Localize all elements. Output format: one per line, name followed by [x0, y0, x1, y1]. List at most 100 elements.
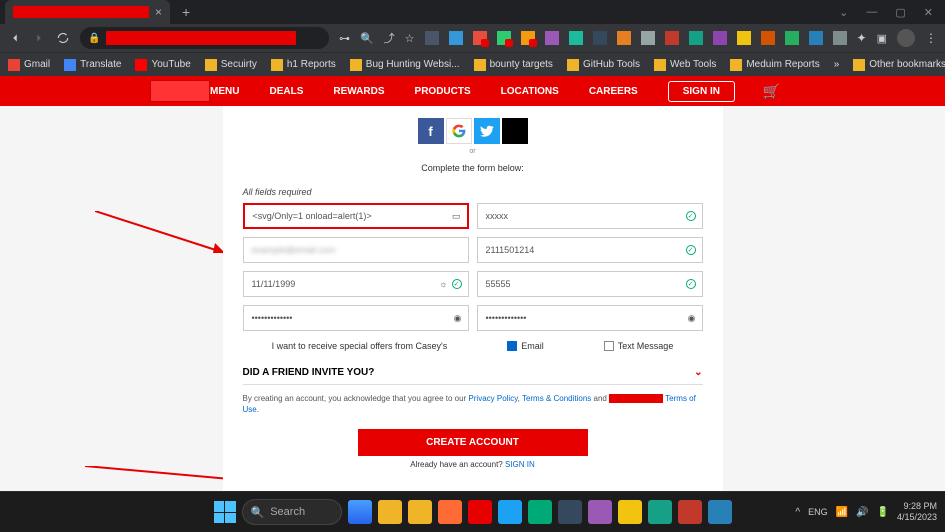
- tray-clock[interactable]: 9:28 PM 4/15/2023: [897, 501, 937, 523]
- maximize-icon[interactable]: ▢: [895, 6, 905, 19]
- task-icon[interactable]: [648, 500, 672, 524]
- google-login-button[interactable]: [446, 118, 472, 144]
- task-icon[interactable]: [468, 500, 492, 524]
- extension-icon[interactable]: [617, 31, 631, 45]
- extension-icon[interactable]: [545, 31, 559, 45]
- close-icon[interactable]: ✕: [924, 6, 933, 19]
- logo-redacted[interactable]: [150, 80, 210, 102]
- tray-volume-icon[interactable]: 🔊: [856, 507, 868, 518]
- extension-icon[interactable]: [473, 31, 487, 45]
- menu-icon[interactable]: ⋮: [925, 31, 937, 45]
- bookmark-gmail[interactable]: Gmail: [8, 59, 50, 71]
- extension-icon[interactable]: [521, 31, 535, 45]
- back-button[interactable]: [8, 31, 22, 45]
- task-icon[interactable]: [378, 500, 402, 524]
- share-icon[interactable]: ⤴: [384, 30, 395, 46]
- task-icon[interactable]: [588, 500, 612, 524]
- task-icon[interactable]: [438, 500, 462, 524]
- eye-icon[interactable]: ◉: [688, 313, 696, 324]
- tray-battery-icon[interactable]: 🔋: [877, 507, 889, 518]
- nav-menu[interactable]: MENU: [210, 86, 239, 97]
- bookmark-translate[interactable]: Translate: [64, 59, 121, 71]
- start-button[interactable]: [214, 501, 236, 523]
- task-icon[interactable]: [618, 500, 642, 524]
- bookmark-web-tools[interactable]: Web Tools: [654, 59, 716, 71]
- extension-icon[interactable]: [809, 31, 823, 45]
- eye-icon[interactable]: ◉: [454, 313, 462, 324]
- nav-deals[interactable]: DEALS: [270, 86, 304, 97]
- task-icon[interactable]: [708, 500, 732, 524]
- extension-icon[interactable]: [425, 31, 439, 45]
- friend-invite-toggle[interactable]: DID A FRIEND INVITE YOU? ⌄: [243, 361, 703, 385]
- tray-wifi-icon[interactable]: 📶: [836, 507, 848, 518]
- taskbar-search[interactable]: 🔍 Search: [242, 499, 342, 525]
- privacy-link[interactable]: Privacy Policy: [468, 394, 517, 403]
- zoom-icon[interactable]: 🔍: [360, 32, 374, 45]
- zip-field[interactable]: 55555 ✓: [477, 271, 703, 297]
- extension-icon[interactable]: [449, 31, 463, 45]
- extension-icon[interactable]: [833, 31, 847, 45]
- bookmark-github-tools[interactable]: GitHub Tools: [567, 59, 640, 71]
- terms-link[interactable]: Terms & Conditions: [522, 394, 591, 403]
- extension-icon[interactable]: [713, 31, 727, 45]
- first-name-field[interactable]: <svg/Only=1 onload=alert(1)> ▭: [243, 203, 469, 229]
- bookmark-medium-reports[interactable]: Meduim Reports: [730, 59, 819, 71]
- task-icon[interactable]: [558, 500, 582, 524]
- nav-signin-button[interactable]: SIGN IN: [668, 81, 735, 102]
- task-icon[interactable]: [678, 500, 702, 524]
- task-icon[interactable]: [498, 500, 522, 524]
- facebook-login-button[interactable]: f: [418, 118, 444, 144]
- phone-field[interactable]: 2111501214 ✓: [477, 237, 703, 263]
- reload-button[interactable]: [56, 31, 70, 45]
- apple-login-button[interactable]: [502, 118, 528, 144]
- profile-icon[interactable]: [897, 29, 915, 47]
- tray-chevron-icon[interactable]: ^: [795, 507, 800, 518]
- extension-icon[interactable]: [593, 31, 607, 45]
- twitter-login-button[interactable]: [474, 118, 500, 144]
- nav-careers[interactable]: CAREERS: [589, 86, 638, 97]
- star-icon[interactable]: ☆: [405, 32, 415, 45]
- new-tab-button[interactable]: +: [182, 4, 190, 20]
- password-field[interactable]: ••••••••••••• ◉: [243, 305, 469, 331]
- other-bookmarks[interactable]: Other bookmarks: [853, 59, 945, 71]
- confirm-password-field[interactable]: ••••••••••••• ◉: [477, 305, 703, 331]
- bookmarks-overflow[interactable]: »: [834, 59, 840, 70]
- extension-icon[interactable]: [665, 31, 679, 45]
- extension-icon[interactable]: [569, 31, 583, 45]
- extension-icon[interactable]: [689, 31, 703, 45]
- extension-icon[interactable]: [785, 31, 799, 45]
- side-panel-icon[interactable]: ▣: [877, 32, 887, 45]
- extension-icon[interactable]: [761, 31, 775, 45]
- close-tab-icon[interactable]: ×: [155, 5, 162, 19]
- create-account-button[interactable]: CREATE ACCOUNT: [358, 429, 588, 456]
- extension-icon[interactable]: [497, 31, 511, 45]
- browser-tab[interactable]: ×: [5, 0, 170, 24]
- tray-language[interactable]: ENG: [808, 507, 828, 517]
- nav-products[interactable]: PRODUCTS: [415, 86, 471, 97]
- email-checkbox[interactable]: Email: [507, 341, 544, 351]
- bookmark-security[interactable]: Secuirty: [205, 59, 257, 71]
- bookmark-bounty-targets[interactable]: bounty targets: [474, 59, 553, 71]
- bookmark-bug-hunting[interactable]: Bug Hunting Websi...: [350, 59, 460, 71]
- extensions-button[interactable]: ✦: [857, 31, 867, 45]
- key-icon[interactable]: ⊶: [339, 32, 350, 45]
- bookmark-h1-reports[interactable]: h1 Reports: [271, 59, 336, 71]
- extension-icon[interactable]: [641, 31, 655, 45]
- last-name-field[interactable]: xxxxx ✓: [477, 203, 703, 229]
- forward-button[interactable]: [32, 31, 46, 45]
- dob-field[interactable]: 11/11/1999 ☼ ✓: [243, 271, 469, 297]
- task-icon[interactable]: [528, 500, 552, 524]
- url-bar[interactable]: 🔒: [80, 27, 329, 49]
- task-icon[interactable]: [348, 500, 372, 524]
- nav-locations[interactable]: LOCATIONS: [501, 86, 559, 97]
- email-field[interactable]: example@email.com: [243, 237, 469, 263]
- cart-icon[interactable]: 🛒: [763, 83, 780, 100]
- minimize-icon[interactable]: —: [866, 6, 877, 19]
- nav-rewards[interactable]: REWARDS: [333, 86, 384, 97]
- task-icon[interactable]: [408, 500, 432, 524]
- text-checkbox[interactable]: Text Message: [604, 341, 674, 351]
- bookmark-youtube[interactable]: YouTube: [135, 59, 190, 71]
- extension-icon[interactable]: [737, 31, 751, 45]
- signin-link[interactable]: SIGN IN: [505, 460, 535, 469]
- chevron-down-icon[interactable]: ⌄: [839, 6, 848, 19]
